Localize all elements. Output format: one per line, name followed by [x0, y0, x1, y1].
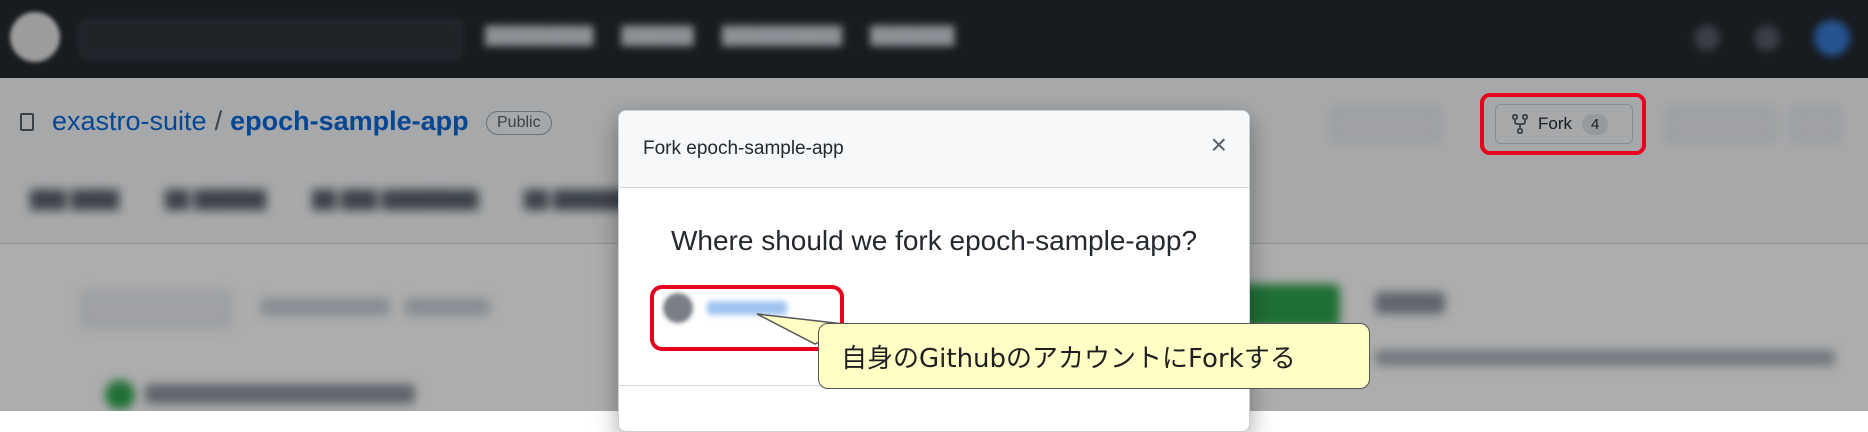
close-icon[interactable]: × [1211, 131, 1227, 159]
dialog-question: Where should we fork epoch-sample-app? [670, 225, 1198, 256]
dialog-header: Fork epoch-sample-app × [619, 111, 1249, 188]
fork-button-highlight [1480, 93, 1646, 155]
dialog-title: Fork epoch-sample-app [643, 138, 844, 159]
annotation-callout: 自身のGithubのアカウントにForkする [818, 323, 1370, 389]
